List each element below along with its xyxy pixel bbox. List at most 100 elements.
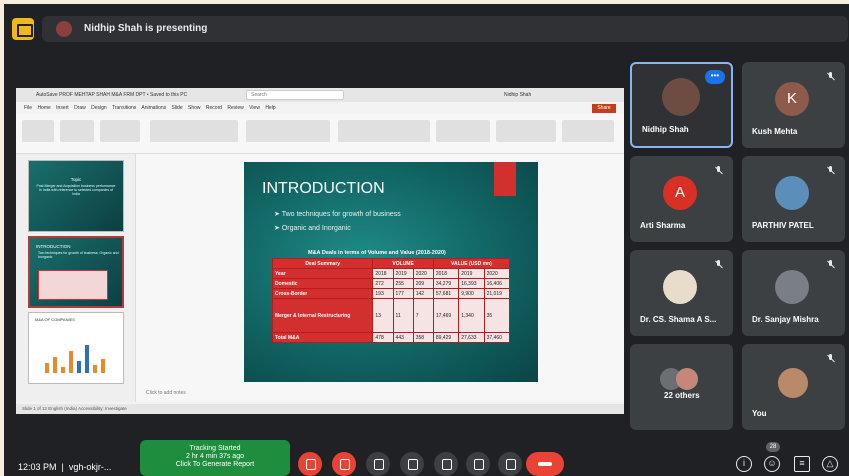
participant-tile[interactable]: A Arti Sharma bbox=[630, 156, 733, 242]
others-tile[interactable]: 22 others bbox=[630, 344, 733, 430]
table-row: Cross-Border 193 177 142 57,681 9,900 21,019 bbox=[271, 288, 511, 299]
emoji-button[interactable] bbox=[400, 452, 424, 476]
participant-tile[interactable]: Dr. CS. Shama A S... bbox=[630, 250, 733, 336]
participant-tile[interactable]: PARTHIV PATEL bbox=[742, 156, 845, 242]
ppt-window-title: AutoSave PROF MEHTAP SHAH M&A FRM DPT • … bbox=[36, 92, 188, 98]
participant-count: 28 bbox=[766, 442, 780, 452]
ppt-menu-bar[interactable]: File Home Insert Draw Design Transitions… bbox=[16, 102, 624, 114]
slide-bullet: ➤ Two techniques for growth of business bbox=[274, 211, 401, 218]
slide-canvas: INTRODUCTION ➤ Two techniques for growth… bbox=[136, 154, 624, 402]
avatar bbox=[662, 78, 700, 116]
slide-thumbnail[interactable]: M&A OF COMPANIES bbox=[28, 312, 124, 384]
tracking-button[interactable]: Tracking Started 2 hr 4 min 37s ago Clic… bbox=[140, 440, 290, 476]
ppt-share-button[interactable]: Share bbox=[592, 104, 616, 113]
slide-thumbnail[interactable]: INTRODUCTION Two techniques for growth o… bbox=[28, 236, 124, 308]
slide-thumbnails: Topic Post Merger and Acquisition busine… bbox=[16, 154, 136, 402]
table-row: Merger & Internal Restructuring 13 11 7 17… bbox=[271, 298, 511, 333]
participant-name: Dr. Sanjay Mishra bbox=[752, 315, 819, 324]
slide-thumbnail[interactable]: Topic Post Merger and Acquisition busine… bbox=[28, 160, 124, 232]
notes-placeholder[interactable]: Click to add notes bbox=[146, 390, 186, 396]
tracking-line: 2 hr 4 min 37s ago bbox=[186, 453, 244, 460]
tracking-line: Tracking Started bbox=[189, 445, 241, 452]
activities-icon[interactable]: △ bbox=[822, 456, 838, 472]
mic-off-icon bbox=[826, 260, 835, 269]
avatar bbox=[676, 368, 698, 390]
ribbon-group[interactable] bbox=[22, 120, 54, 142]
mic-off-icon bbox=[714, 166, 723, 175]
participant-name: You bbox=[752, 409, 767, 418]
ppt-user: Nidhip Shah bbox=[504, 92, 532, 98]
avatar bbox=[778, 368, 808, 398]
participant-name: Dr. CS. Shama A S... bbox=[640, 315, 717, 324]
presenter-avatar bbox=[56, 21, 72, 37]
end-call-button[interactable] bbox=[526, 452, 564, 476]
participant-name: PARTHIV PATEL bbox=[752, 221, 814, 230]
participant-name: Nidhip Shah bbox=[642, 125, 689, 134]
mic-off-icon bbox=[826, 354, 835, 363]
meeting-code: vgh-okjr-... bbox=[68, 462, 112, 472]
others-count: 22 others bbox=[664, 391, 700, 400]
ppt-ribbon[interactable] bbox=[16, 114, 624, 154]
meet-window: Nidhip Shah is presenting AutoSave PROF … bbox=[4, 4, 849, 476]
avatar: A bbox=[663, 176, 697, 210]
presenting-banner: Nidhip Shah is presenting bbox=[42, 16, 848, 42]
thumb-text: Post Merger and Acquisition business per… bbox=[36, 184, 116, 196]
thumb-title: INTRODUCTION bbox=[36, 244, 71, 249]
raise-hand-button[interactable] bbox=[466, 452, 490, 476]
ppt-search-box[interactable]: Search bbox=[246, 90, 344, 100]
chat-icon[interactable]: ≡ bbox=[794, 456, 810, 472]
mic-off-button[interactable] bbox=[298, 452, 322, 476]
ribbon-group[interactable] bbox=[338, 120, 430, 142]
deals-table: Deal Summary VOLUME VALUE (USD mn) Year … bbox=[271, 258, 511, 343]
mic-off-icon bbox=[714, 260, 723, 269]
present-button[interactable] bbox=[434, 452, 458, 476]
ribbon-group[interactable] bbox=[246, 120, 330, 142]
top-bar: Nidhip Shah is presenting bbox=[4, 4, 849, 50]
tracking-line: Click To Generate Report bbox=[175, 461, 255, 468]
ribbon-group[interactable] bbox=[496, 120, 556, 142]
current-slide[interactable]: INTRODUCTION ➤ Two techniques for growth… bbox=[244, 162, 538, 382]
self-tile[interactable]: You bbox=[742, 344, 845, 430]
avatar bbox=[663, 270, 697, 304]
meeting-time: 12:03 PM | vgh-okjr-... bbox=[18, 462, 112, 472]
ppt-titlebar: AutoSave PROF MEHTAP SHAH M&A FRM DPT • … bbox=[16, 88, 624, 102]
camera-off-button[interactable] bbox=[332, 452, 356, 476]
ribbon-group[interactable] bbox=[562, 120, 614, 142]
table-row: Year 2018 2019 2020 2018 2019 2020 bbox=[271, 268, 511, 279]
avatar bbox=[775, 176, 809, 210]
thumb-table bbox=[38, 270, 108, 300]
table-header-row: Deal Summary VOLUME VALUE (USD mn) bbox=[271, 258, 511, 269]
bottom-bar: 12:03 PM | vgh-okjr-... bbox=[4, 440, 849, 476]
mic-off-icon bbox=[826, 166, 835, 175]
participant-tile[interactable]: K Kush Mehta bbox=[742, 62, 845, 148]
more-options-icon[interactable]: ••• bbox=[705, 70, 725, 84]
avatar bbox=[775, 270, 809, 304]
thumb-title: M&A OF COMPANIES bbox=[35, 317, 75, 322]
ppt-status-bar: Slide 1 of 12 English (India) Accessibil… bbox=[16, 404, 624, 414]
ribbon-group[interactable] bbox=[436, 120, 490, 142]
presentation-icon[interactable] bbox=[12, 18, 34, 40]
ribbon-group[interactable] bbox=[60, 120, 94, 142]
presenter-text: Nidhip Shah is presenting bbox=[84, 23, 208, 34]
participant-tile[interactable]: ••• Nidhip Shah bbox=[630, 62, 733, 148]
slide-title: INTRODUCTION bbox=[262, 180, 385, 197]
slide-bullet: ➤ Organic and Inorganic bbox=[274, 225, 351, 232]
slide-accent bbox=[494, 162, 516, 196]
participant-name: Arti Sharma bbox=[640, 221, 686, 230]
more-options-button[interactable] bbox=[498, 452, 522, 476]
ribbon-group[interactable] bbox=[150, 120, 238, 142]
shared-screen: AutoSave PROF MEHTAP SHAH M&A FRM DPT • … bbox=[16, 88, 624, 414]
table-row: Domestic 272 255 209 34,279 16,393 16,406 bbox=[271, 278, 511, 289]
thumb-chart bbox=[43, 341, 113, 373]
participant-name: Kush Mehta bbox=[752, 127, 798, 136]
ribbon-group[interactable] bbox=[100, 120, 140, 142]
captions-button[interactable] bbox=[366, 452, 390, 476]
thumb-text: Two techniques for growth of business; O… bbox=[38, 251, 119, 259]
info-icon[interactable]: i bbox=[736, 456, 752, 472]
people-icon[interactable]: ☺ bbox=[764, 456, 780, 472]
avatar: K bbox=[775, 82, 809, 116]
mic-off-icon bbox=[826, 72, 835, 81]
table-row: Total M&A 478 443 358 89,429 27,633 37,460 bbox=[271, 332, 511, 343]
participant-tile[interactable]: Dr. Sanjay Mishra bbox=[742, 250, 845, 336]
table-caption: M&A Deals in terms of Volume and Value (… bbox=[308, 250, 446, 256]
